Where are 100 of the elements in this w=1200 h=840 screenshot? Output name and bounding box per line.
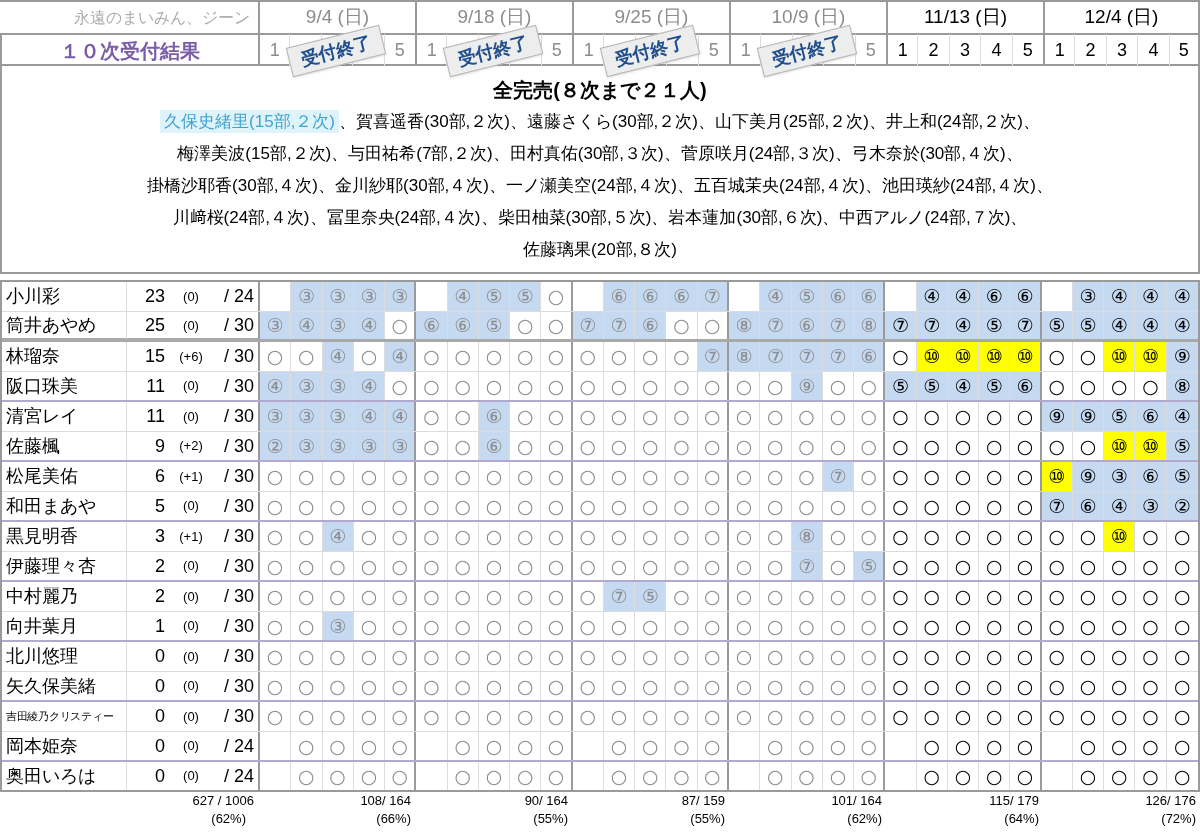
slot-cell: ⑤: [635, 582, 667, 611]
member-name: 中村麗乃: [2, 582, 127, 611]
slot-cell: ③: [1104, 462, 1136, 491]
change-count: (0): [182, 677, 200, 696]
slot-cell: ⑦: [822, 462, 855, 491]
member-name: 筒井あやめ: [2, 312, 127, 339]
slot-cell: ④: [260, 372, 292, 400]
ticket-count: 3: [154, 525, 165, 548]
slot-number: 3: [948, 33, 981, 66]
slot-cell: ④: [385, 402, 417, 431]
slot-cell: ⑦: [1010, 312, 1042, 339]
slot-number: 5: [1168, 33, 1200, 66]
total-count: / 30: [222, 465, 255, 488]
slot-number: 2: [1074, 33, 1106, 66]
total-count: / 30: [222, 585, 255, 608]
ticket-count: 0: [154, 645, 165, 668]
ticket-count: 15: [143, 345, 165, 368]
slot-cell: ⑩: [1010, 342, 1042, 371]
slot-cell: ③: [353, 432, 386, 460]
slot-cell: ③: [322, 372, 354, 400]
slot-cell: ④: [1135, 282, 1167, 311]
change-count: (0): [182, 707, 200, 726]
slot-cell: ⑦: [885, 312, 917, 339]
session-total: 115/ 179: [989, 792, 1039, 810]
change-count: (+1): [178, 467, 204, 486]
slot-cell: ⑦: [603, 312, 636, 339]
slot-cell: ④: [322, 342, 354, 371]
result-title: １０次受付結果: [0, 33, 258, 66]
slot-cell: ④: [353, 312, 386, 339]
total-count: / 30: [222, 405, 255, 428]
session-date: 12/4 (日): [1043, 2, 1200, 33]
total-count: / 30: [222, 525, 255, 548]
ticket-count: 9: [154, 434, 165, 458]
slot-cell: ⑤: [478, 312, 511, 339]
session-percent: (66%): [376, 810, 411, 828]
ticket-count: 0: [154, 705, 165, 728]
slot-cell: ⑩: [979, 342, 1011, 371]
member-name: 清宮レイ: [2, 402, 127, 431]
slot-cell: ⑦: [697, 342, 729, 371]
slot-cell: ③: [322, 312, 354, 339]
ticket-count: 5: [154, 494, 165, 518]
total-count: / 30: [222, 554, 255, 578]
slot-cell: ○: [697, 312, 729, 339]
slot-cell: ③: [260, 402, 292, 431]
slot-cell: ④: [322, 522, 354, 551]
slot-cell: ⑥: [635, 282, 667, 311]
session-total: 87/ 159: [681, 792, 725, 810]
total-count: / 30: [222, 494, 255, 518]
member-name: 小川彩: [2, 282, 127, 311]
slot-number: 2: [917, 33, 949, 66]
slot-cell: ⑦: [822, 312, 855, 339]
slot-cell: ③: [385, 432, 417, 460]
slot-cell: ⑥: [1072, 492, 1105, 520]
slot-cell: ⑤: [979, 372, 1011, 400]
slot-cell: ⑦: [791, 342, 823, 371]
ticket-count: 2: [154, 554, 165, 578]
slot-cell: ⑥: [1135, 402, 1167, 431]
total-count: / 24: [222, 764, 255, 788]
slot-cell: ④: [916, 282, 948, 311]
slot-number: 3: [1105, 33, 1138, 66]
slot-cell: ③: [291, 432, 323, 460]
slot-cell: ⑩: [1104, 432, 1136, 460]
slot-cell: ③: [385, 282, 417, 311]
ticket-count: 0: [154, 674, 165, 698]
slot-cell: ⑥: [666, 282, 698, 311]
change-count: (0): [182, 617, 200, 636]
slot-cell: ⑩: [1104, 522, 1136, 551]
slot-cell: ⑥: [854, 342, 886, 371]
slot-cell: ⑦: [822, 342, 855, 371]
slot-cell: ⑨: [1072, 462, 1105, 491]
total-count: / 30: [222, 614, 255, 638]
total-count: / 24: [222, 734, 255, 758]
slot-cell: ⑩: [1135, 342, 1167, 371]
session-total: 108/ 164: [360, 792, 411, 810]
member-name: 吉田綾乃クリスティー: [2, 702, 127, 731]
change-count: (0): [182, 737, 200, 756]
slot-cell: ④: [353, 402, 386, 431]
total-count: / 30: [222, 314, 255, 337]
slot-cell: ③: [260, 312, 292, 339]
slot-cell: ○: [541, 312, 573, 339]
slot-cell: ○: [385, 312, 417, 339]
slot-cell: ⑥: [1135, 462, 1167, 491]
slot-cell: ⑤: [885, 372, 917, 400]
slot-cell: ⑤: [791, 282, 823, 311]
slot-cell: ⑧: [729, 312, 761, 339]
slot-cell: ④: [1104, 282, 1136, 311]
member-name: 矢久保美緒: [2, 672, 127, 700]
slot-cell: ⑨: [1072, 402, 1105, 431]
slot-cell: ⑩: [916, 342, 948, 371]
session-total: 90/ 164: [524, 792, 568, 810]
slot-cell: ③: [322, 282, 354, 311]
slot-cell: ⑥: [478, 432, 511, 460]
sheet-caption: 永遠のまいみん、ジーン: [73, 7, 251, 28]
grand-total: 627 / 1006: [192, 792, 254, 810]
change-count: (0): [182, 287, 200, 306]
slot-cell: ③: [291, 372, 323, 400]
change-count: (0): [182, 647, 200, 666]
slot-cell: ②: [1166, 492, 1198, 520]
slot-cell: ⑩: [1135, 432, 1167, 460]
slot-cell: ⑥: [1010, 372, 1042, 400]
